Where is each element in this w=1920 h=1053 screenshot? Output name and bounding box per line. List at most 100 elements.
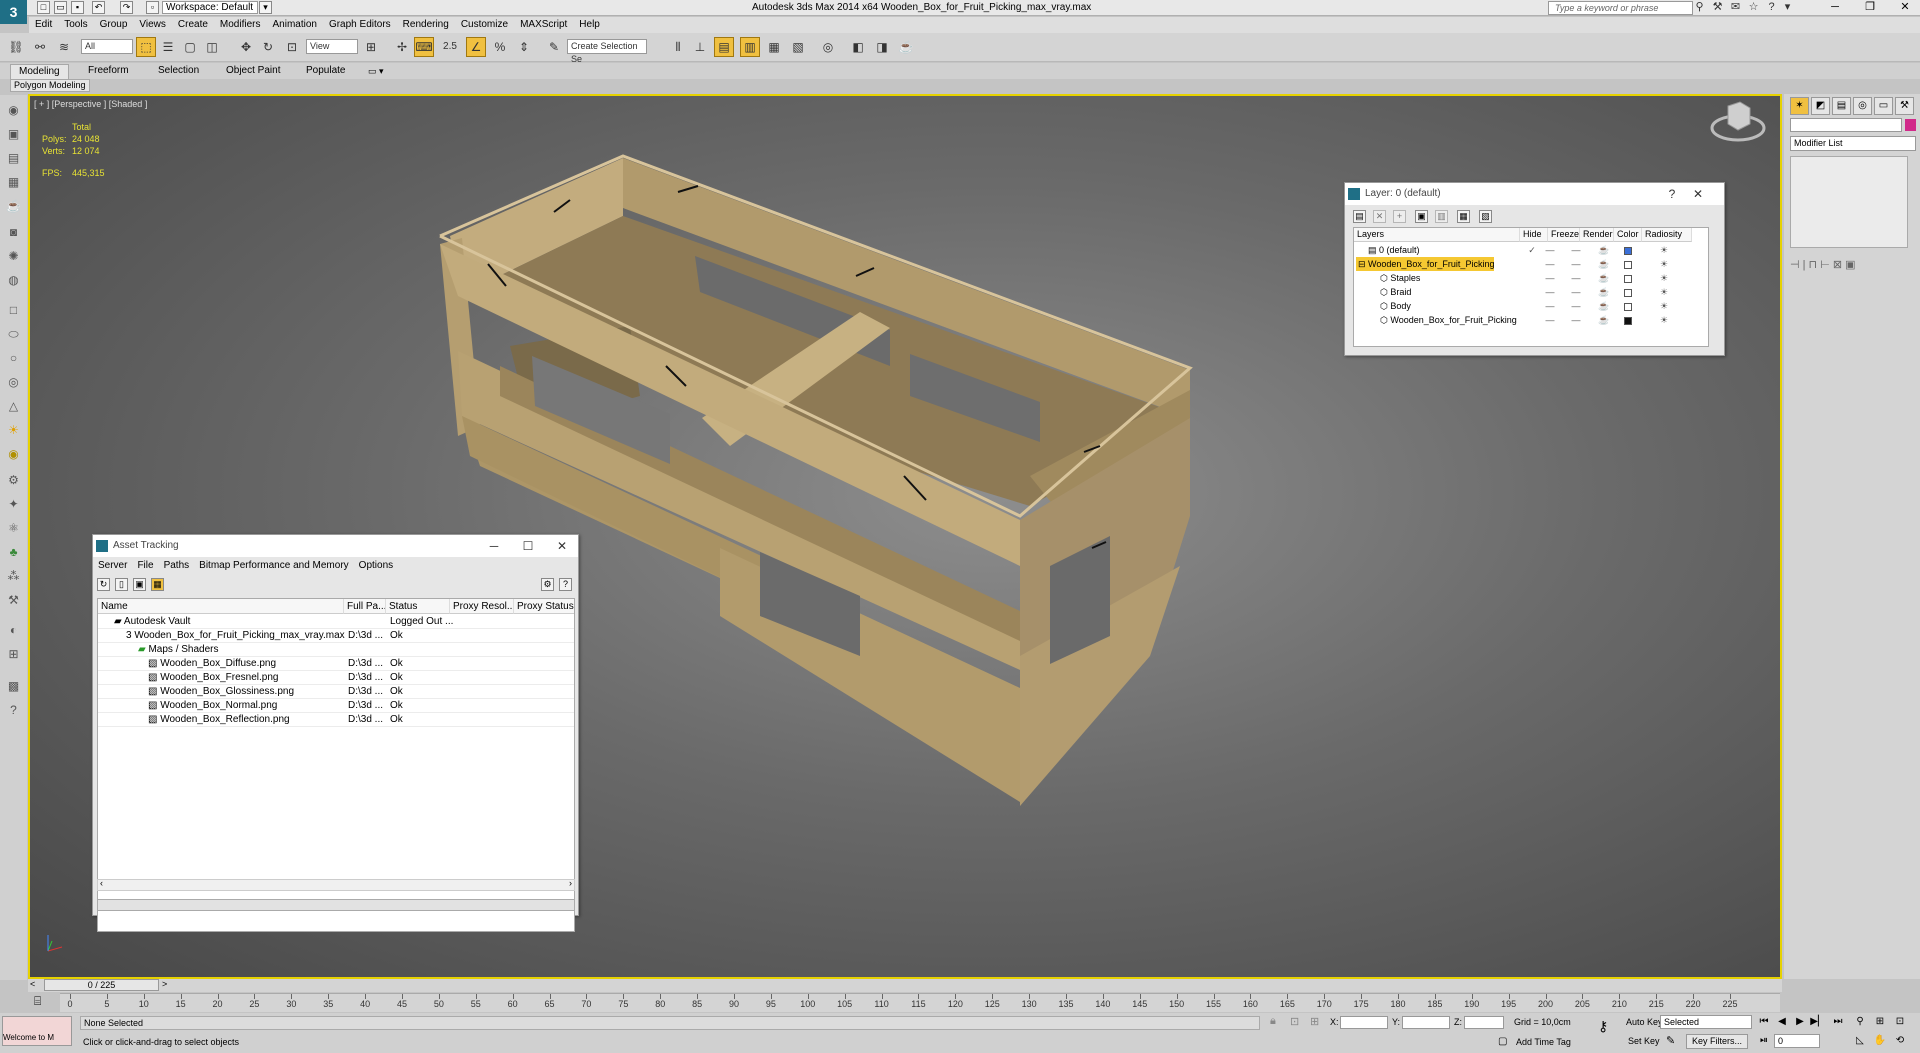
time-tag-icon[interactable]: ▢ — [1498, 1036, 1507, 1047]
menu-create[interactable]: Create — [172, 17, 214, 33]
layer-color-swatch[interactable] — [1618, 313, 1638, 327]
menu-group[interactable]: Group — [94, 17, 134, 33]
create-shape-icon[interactable]: ▣ — [4, 125, 23, 143]
help-arrow-icon[interactable]: ▾ — [1780, 1, 1795, 15]
align-icon[interactable]: ⊥ — [690, 37, 710, 57]
layers-icon[interactable]: ▦ — [4, 173, 23, 191]
play-icon[interactable]: ▶ — [1792, 1015, 1808, 1029]
radiosity-icon[interactable]: ☀ — [1654, 257, 1674, 271]
table-row[interactable]: ▧ Wooden_Box_Diffuse.png D:\3d ... Ok — [98, 657, 574, 671]
layers-column-header[interactable]: Layers — [1354, 228, 1520, 242]
tab-freeform[interactable]: Freeform — [80, 64, 137, 79]
menu-graph-editors[interactable]: Graph Editors — [323, 17, 397, 33]
menu-server[interactable]: Server — [93, 557, 132, 574]
highlight-selected-icon[interactable]: ▥ — [1435, 210, 1448, 223]
add-to-layer-icon[interactable]: + — [1393, 210, 1406, 223]
current-layer-check-icon[interactable]: ✓ — [1522, 243, 1542, 257]
make-unique-icon[interactable]: ⊢ — [1820, 259, 1833, 271]
scroll-left-icon[interactable]: ‹ — [100, 878, 103, 888]
name-column-header[interactable]: Name — [98, 599, 344, 614]
help-circle-icon[interactable]: ? — [4, 701, 23, 719]
track-bar[interactable]: 0 5 10 15 20 25 30 35 40 45 50 55 60 65 70 75 80 85 90 95 10… — [60, 993, 1780, 1012]
light-icon[interactable]: ✺ — [4, 247, 23, 265]
binoculars-icon[interactable]: ⚲ — [1692, 1, 1707, 15]
radiosity-column-header[interactable]: Radiosity — [1642, 228, 1692, 242]
schematic-view-icon[interactable]: ◎ — [818, 37, 838, 57]
table-row[interactable]: ▧ Wooden_Box_Normal.png D:\3d ... Ok — [98, 699, 574, 713]
checkout-icon[interactable]: ▯ — [115, 578, 128, 591]
render-setup-icon[interactable]: ◨ — [872, 37, 892, 57]
thumbnail-icon[interactable]: ▣ — [133, 578, 146, 591]
hide-toggle[interactable]: — — [1540, 285, 1560, 299]
bind-space-warp-icon[interactable]: ≋ — [54, 37, 74, 57]
previous-frame-icon[interactable]: ◀ — [1774, 1015, 1790, 1029]
status-column-header[interactable]: Status — [386, 599, 450, 614]
ribbon-options-icon[interactable]: ▭ ▾ — [360, 64, 392, 79]
scale-icon[interactable]: ⊡ — [282, 37, 302, 57]
render-column-header[interactable]: Render — [1580, 228, 1614, 242]
select-and-link-icon[interactable]: ⛓ — [6, 37, 26, 57]
cylinder-primitive-icon[interactable]: ⬭ — [4, 325, 23, 343]
render-teapot-icon[interactable]: ☕ — [1594, 299, 1614, 313]
torus-primitive-icon[interactable]: ◎ — [4, 373, 23, 391]
go-to-end-icon[interactable]: ⏭ — [1830, 1015, 1846, 1029]
table-row[interactable]: ▰ Autodesk Vault Logged Out ... — [98, 615, 574, 629]
space-warp-icon[interactable]: ✦ — [4, 495, 23, 513]
freeze-toggle[interactable]: — — [1566, 271, 1586, 285]
absolute-mode-icon[interactable]: ⊞ — [1310, 1015, 1319, 1028]
delete-layer-icon[interactable]: ✕ — [1373, 210, 1386, 223]
proxy-resolution-column-header[interactable]: Proxy Resol... — [450, 599, 514, 614]
rectangular-selection-icon[interactable]: ▢ — [180, 37, 200, 57]
help-icon[interactable]: ? — [1764, 1, 1779, 15]
key-mode-dropdown[interactable]: Selected — [1660, 1015, 1752, 1029]
freeze-toggle[interactable]: — — [1566, 257, 1586, 271]
menu-maxscript[interactable]: MAXScript — [514, 17, 573, 33]
freeze-toggle[interactable]: — — [1566, 299, 1586, 313]
auto-key-button[interactable]: Auto Key — [1626, 1015, 1663, 1029]
collapse-icon[interactable]: ⊟ — [1358, 259, 1368, 269]
hide-toggle[interactable]: — — [1540, 313, 1560, 327]
sun-light-icon[interactable]: ☀ — [4, 421, 23, 439]
table-row[interactable]: 3 Wooden_Box_for_Fruit_Picking_max_vray.… — [98, 629, 574, 643]
window-crossing-icon[interactable]: ◫ — [202, 37, 222, 57]
render-teapot-icon[interactable]: ☕ — [1594, 313, 1614, 327]
tab-selection[interactable]: Selection — [150, 64, 207, 79]
particle-icon[interactable]: ⁂ — [4, 567, 23, 585]
manipulate-icon[interactable]: ✢ — [392, 37, 412, 57]
scene-explorer-icon[interactable]: ▤ — [4, 149, 23, 167]
layer-color-swatch[interactable] — [1618, 271, 1638, 285]
teapot-icon[interactable]: ☕ — [4, 197, 23, 215]
full-path-column-header[interactable]: Full Pa... — [344, 599, 386, 614]
material-editor-icon[interactable]: ◧ — [848, 37, 868, 57]
pin-stack-icon[interactable]: ⊣ — [1790, 259, 1803, 271]
hide-column-header[interactable]: Hide — [1520, 228, 1548, 242]
menu-bitmap-performance[interactable]: Bitmap Performance and Memory — [194, 557, 354, 574]
key-icon[interactable]: ⚷ — [1598, 1018, 1608, 1035]
layer-row[interactable]: ⬡ Staples — — ☕ ☀ — [1354, 271, 1710, 285]
display-icon[interactable]: ◐ — [4, 621, 23, 639]
search-input[interactable]: Type a keyword or phrase — [1548, 1, 1693, 15]
named-selection-dropdown[interactable]: Create Selection Se — [567, 39, 647, 64]
render-frame-icon[interactable]: ◍ — [4, 271, 23, 289]
app-logo-icon[interactable]: 3 — [0, 0, 27, 24]
hide-toggle[interactable]: — — [1540, 271, 1560, 285]
snaps-toggle[interactable]: 2.5 — [440, 37, 460, 57]
set-key-icon[interactable]: ✎ — [1666, 1034, 1675, 1047]
layer-row[interactable]: ⬡ Body — — ☕ ☀ — [1354, 299, 1710, 313]
project-folder-icon[interactable]: ▫ — [146, 1, 159, 14]
layer-color-swatch[interactable] — [1618, 243, 1638, 257]
cone-primitive-icon[interactable]: △ — [4, 397, 23, 415]
communication-icon[interactable]: ✉ — [1728, 1, 1743, 15]
mirror-icon[interactable]: ⫴ — [668, 37, 688, 57]
keyboard-shortcut-override-icon[interactable]: ⌨ — [414, 37, 434, 57]
time-slider[interactable]: < 0 / 225 > — [28, 979, 1782, 992]
hide-toggle[interactable]: — — [1540, 299, 1560, 313]
reference-coordinate-dropdown[interactable]: View — [306, 39, 358, 54]
menu-file[interactable]: File — [132, 557, 158, 574]
pan-icon[interactable]: ✋ — [1872, 1034, 1888, 1048]
workspace-dropdown[interactable]: Workspace: Default — [162, 1, 258, 14]
menu-views[interactable]: Views — [133, 17, 172, 33]
modify-tab-icon[interactable]: ◩ — [1811, 97, 1830, 115]
layer-dialog-help-icon[interactable]: ? — [1659, 183, 1685, 205]
tab-populate[interactable]: Populate — [298, 64, 353, 79]
